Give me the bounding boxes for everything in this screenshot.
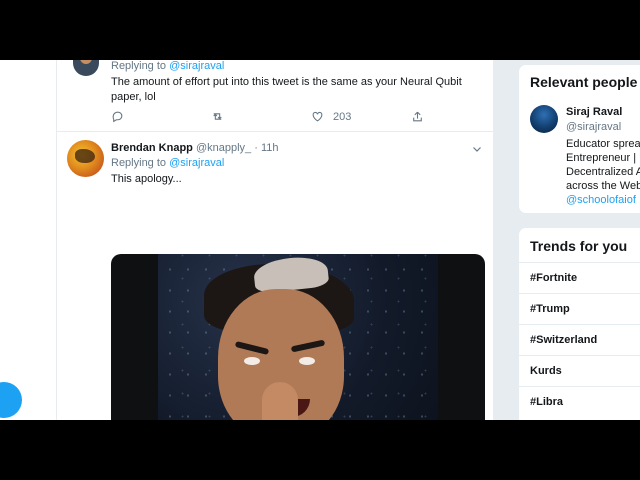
trend-label: #Switzerland (530, 334, 598, 346)
replying-to-handle[interactable]: @sirajraval (169, 60, 224, 72)
heart-icon (312, 111, 323, 122)
tweet-text-line: paper, lol (111, 91, 156, 103)
compose-tweet-button[interactable] (0, 382, 22, 418)
person-name[interactable]: Siraj Raval (566, 106, 622, 118)
person-bio-line: across the Web (566, 180, 640, 192)
person-bio-line: Educator sprea (566, 138, 640, 150)
replying-to-line: Replying to @sirajraval (111, 157, 224, 169)
trends-panel: Trends for you #Fortnite #Trump #Switzer… (518, 227, 640, 420)
retweet-icon (213, 113, 222, 120)
panel-title: Trends for you (530, 238, 628, 254)
chevron-down-icon[interactable] (471, 143, 483, 155)
trend-label: #Fortnite (530, 272, 578, 284)
video-person-hand (262, 382, 298, 420)
trend-label: #Libra (530, 396, 564, 408)
tweet-reply-top[interactable]: Replying to @sirajraval The amount of ef… (57, 60, 495, 132)
retweet-button[interactable] (211, 110, 224, 123)
browser-viewport: Replying to @sirajraval The amount of ef… (0, 60, 640, 420)
trend-label: Kurds (530, 365, 562, 377)
panel-title: Relevant people (530, 74, 638, 90)
tweet-text: This apology... (111, 173, 182, 185)
relevant-people-panel: Relevant people Siraj Raval @sirajraval … (518, 64, 640, 214)
replying-to-label: Replying to (111, 157, 167, 169)
person-handle[interactable]: @sirajraval (566, 121, 621, 133)
reply-icon (112, 111, 123, 123)
tweet-media-video[interactable] (111, 254, 485, 420)
share-button[interactable] (411, 110, 424, 123)
trend-item[interactable]: #Libra (519, 386, 640, 417)
person-bio-link[interactable]: @schoolofaiof (566, 194, 636, 206)
person-bio-line: Decentralized A (566, 166, 640, 178)
reply-button[interactable] (111, 110, 124, 123)
like-count: 203 (333, 110, 352, 123)
trend-label: #Trump (530, 303, 570, 315)
author-name[interactable]: Brendan Knapp (111, 142, 193, 154)
video-frame (158, 254, 438, 420)
avatar[interactable] (67, 140, 104, 177)
tweet-actions: 203 (111, 110, 441, 126)
tweet-main[interactable]: Brendan Knapp @knapply_ · 11h Replying t… (57, 133, 495, 420)
tweet-text: The amount of effort put into this tweet… (111, 75, 462, 105)
trend-item[interactable]: #Switzerland (519, 324, 640, 355)
replying-to-handle[interactable]: @sirajraval (169, 157, 224, 169)
tweet-text-line: The amount of effort put into this tweet… (111, 76, 462, 88)
tweet-author: Brendan Knapp @knapply_ · 11h (111, 142, 278, 154)
trend-item[interactable]: #Trump (519, 293, 640, 324)
like-button[interactable]: 203 (311, 110, 351, 123)
avatar[interactable] (73, 60, 99, 76)
replying-to-line: Replying to @sirajraval (111, 60, 224, 72)
share-icon (413, 111, 422, 122)
person-bio-line: Entrepreneur | (566, 152, 637, 164)
author-handle-time[interactable]: @knapply_ · 11h (196, 142, 279, 154)
avatar[interactable] (530, 105, 558, 133)
replying-to-label: Replying to (111, 60, 167, 72)
left-nav-column (0, 60, 56, 420)
trend-item[interactable]: Kurds (519, 355, 640, 386)
conversation-timeline: Replying to @sirajraval The amount of ef… (56, 60, 495, 420)
trend-item[interactable]: #Fortnite (519, 262, 640, 293)
